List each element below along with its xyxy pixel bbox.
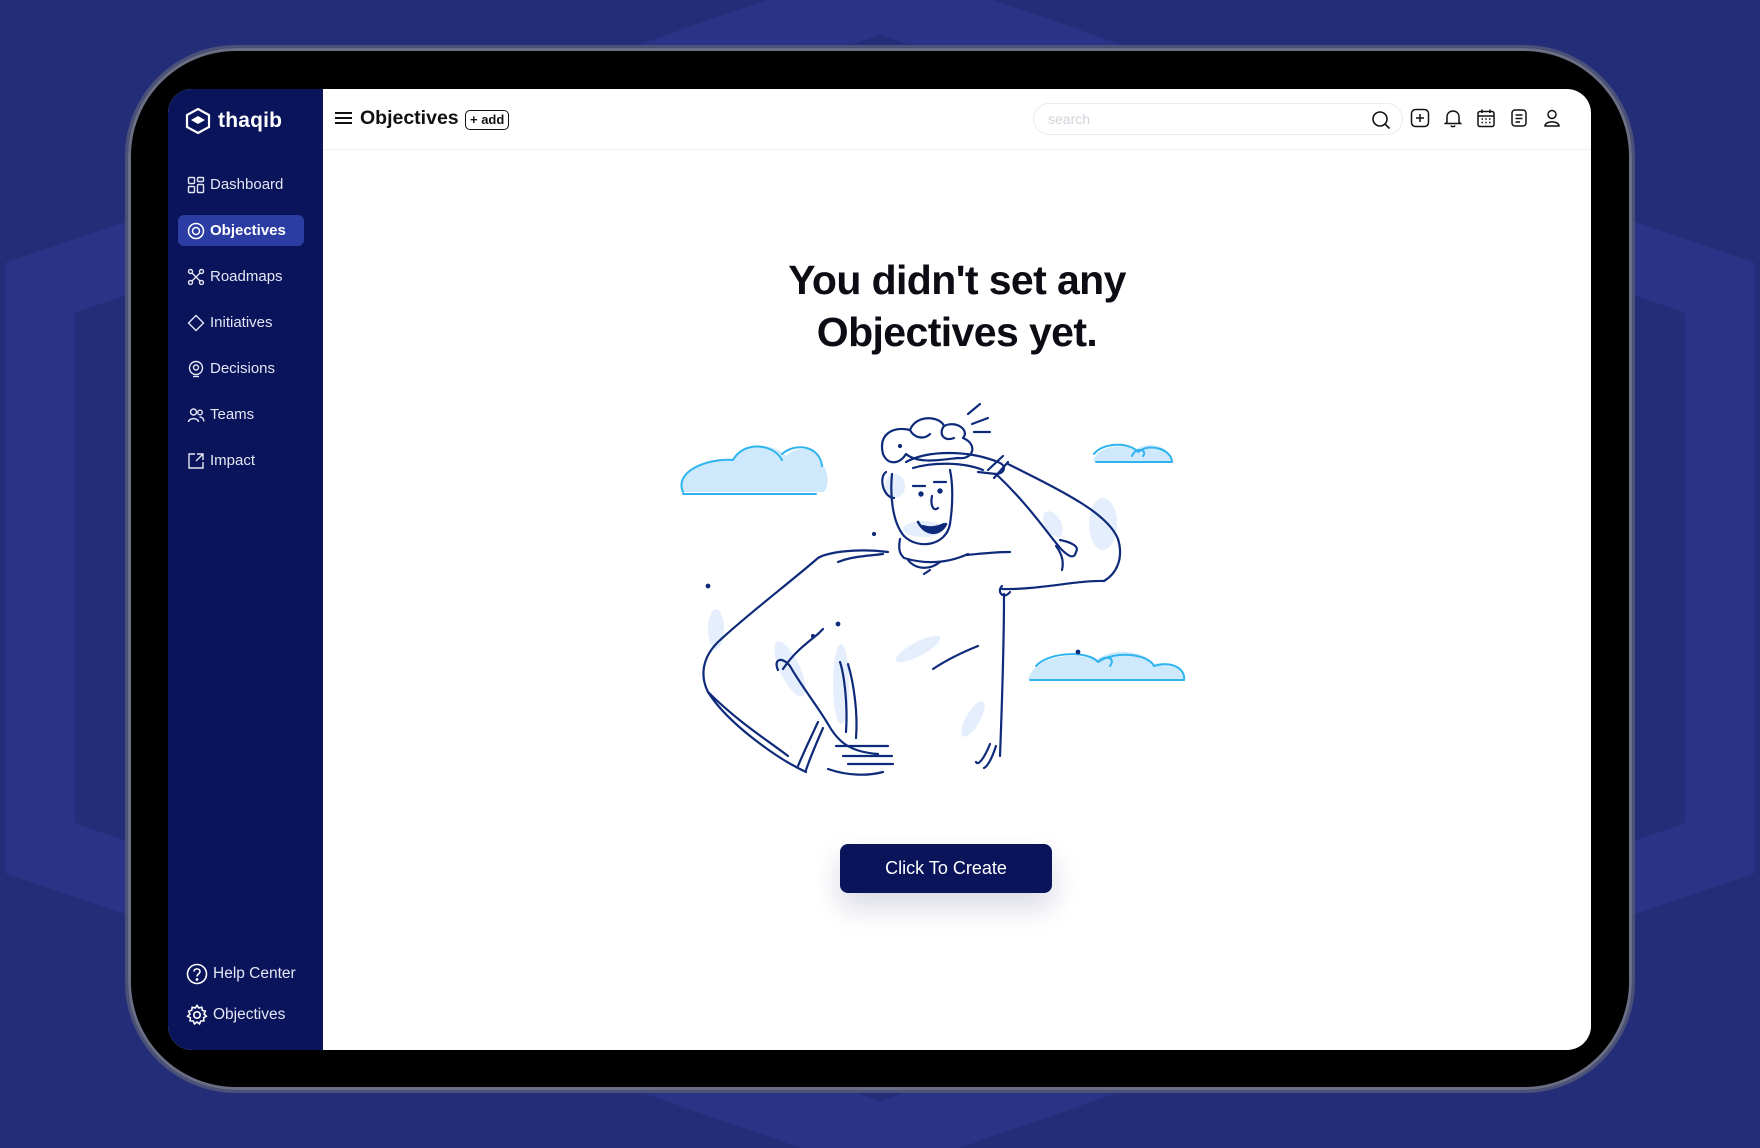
create-objective-button[interactable]: Click To Create [840, 844, 1052, 893]
help-icon [186, 963, 208, 984]
add-square-icon[interactable] [1410, 108, 1430, 128]
app-logo[interactable]: thaqib [184, 107, 282, 135]
sidebar-item-teams[interactable]: Teams [178, 399, 304, 430]
top-bar: Objectives + add [323, 89, 1591, 150]
dashboard-icon [187, 176, 205, 193]
sidebar-item-label: Objectives [210, 222, 286, 239]
empty-state-title: You didn't set any Objectives yet. [323, 254, 1591, 358]
sidebar-bottom: Help Center Objectives [184, 958, 318, 1040]
app-window: thaqib Dashboard Objectives Roadmaps Ini… [168, 89, 1591, 1050]
sidebar-item-label: Roadmaps [210, 268, 283, 285]
sidebar-item-label: Dashboard [210, 176, 284, 193]
sidebar-item-label: Objectives [213, 1005, 286, 1023]
bell-icon[interactable] [1443, 108, 1463, 128]
sidebar-nav: Dashboard Objectives Roadmaps Initiative… [178, 169, 304, 491]
diamond-icon [187, 314, 205, 331]
calendar-icon[interactable] [1476, 108, 1496, 128]
logo-icon [185, 107, 211, 135]
decision-icon [188, 360, 204, 377]
cloud-bottom-right [1028, 651, 1186, 681]
empty-state-illustration [680, 402, 1186, 776]
menu-icon[interactable] [335, 111, 352, 125]
sidebar-item-decisions[interactable]: Decisions [178, 353, 304, 384]
sidebar-item-label: Teams [210, 406, 255, 423]
target-icon [187, 222, 205, 239]
sidebar-item-roadmaps[interactable]: Roadmaps [178, 261, 304, 292]
sidebar-item-objectives[interactable]: Objectives [178, 215, 304, 246]
roadmap-icon [187, 268, 205, 285]
sidebar-item-help-center[interactable]: Help Center [184, 958, 318, 989]
sidebar-item-dashboard[interactable]: Dashboard [178, 169, 304, 200]
notes-icon[interactable] [1509, 108, 1529, 128]
sidebar-item-label: Help Center [213, 964, 296, 982]
add-objective-button[interactable]: + add [465, 110, 510, 130]
header-actions [1410, 108, 1562, 128]
app-name: thaqib [218, 109, 283, 132]
sidebar-item-label: Initiatives [210, 314, 273, 331]
body-shadows [708, 474, 1117, 737]
user-icon[interactable] [1542, 108, 1562, 128]
empty-state-title-line1: You didn't set any [788, 257, 1126, 303]
sidebar-item-settings[interactable]: Objectives [184, 999, 318, 1030]
page-title: Objectives [360, 107, 459, 129]
sidebar-item-label: Impact [210, 452, 256, 469]
search-input[interactable] [1033, 103, 1403, 135]
cloud-top-right [1093, 443, 1173, 463]
impact-icon [188, 452, 204, 469]
settings-icon [186, 1003, 208, 1025]
empty-state-title-line2: Objectives yet. [816, 309, 1098, 355]
cloud-left [680, 445, 828, 495]
main-content: Objectives + add search You didn't set a… [323, 89, 1591, 1050]
sidebar-item-initiatives[interactable]: Initiatives [178, 307, 304, 338]
sidebar-item-impact[interactable]: Impact [178, 445, 304, 476]
users-icon [187, 407, 205, 422]
sidebar: thaqib Dashboard Objectives Roadmaps Ini… [168, 89, 323, 1050]
sidebar-item-label: Decisions [210, 360, 276, 377]
search-icon[interactable] [1371, 110, 1391, 130]
